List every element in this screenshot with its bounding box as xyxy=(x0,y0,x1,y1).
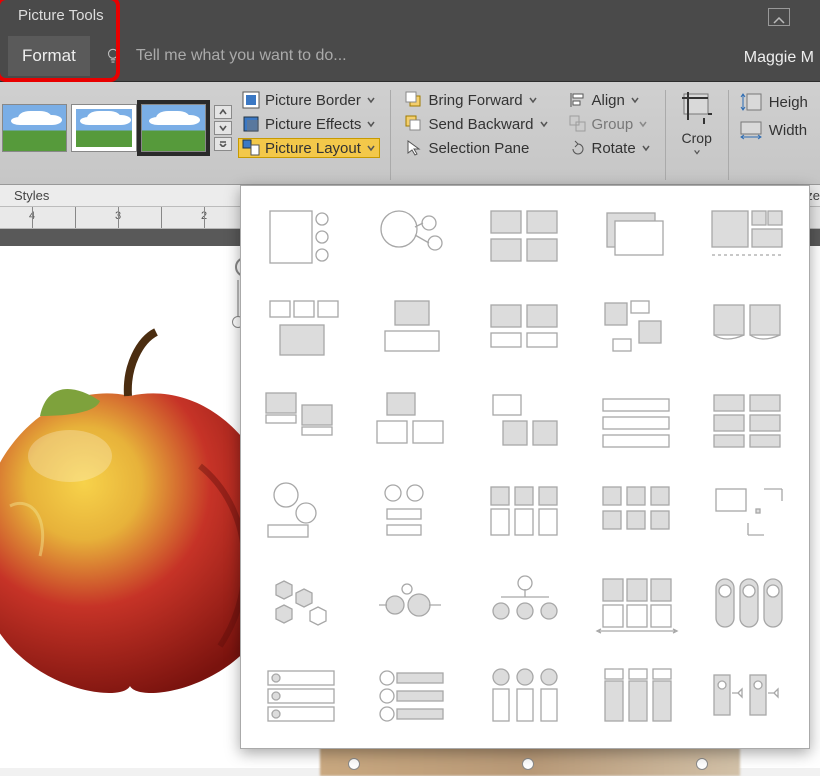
crop-label: Crop xyxy=(682,130,712,146)
picture-border-label: Picture Border xyxy=(265,92,361,109)
layout-option[interactable] xyxy=(472,654,578,740)
styles-group-label: Styles xyxy=(14,188,49,203)
picture-layout-button[interactable]: Picture Layout xyxy=(238,138,380,158)
picture-style-thumb[interactable] xyxy=(71,104,136,152)
bring-forward-icon xyxy=(405,91,423,109)
rotate-button[interactable]: Rotate xyxy=(565,138,655,158)
picture-styles-group xyxy=(0,86,232,184)
layout-option[interactable] xyxy=(584,470,690,556)
picture-layout-icon xyxy=(242,139,260,157)
picture-style-thumb-selected[interactable] xyxy=(141,104,206,152)
rotate-label: Rotate xyxy=(592,140,636,157)
context-tab-label: Picture Tools xyxy=(8,3,114,28)
styles-scroll-down[interactable] xyxy=(214,121,232,135)
selection-pane-label: Selection Pane xyxy=(428,140,529,157)
user-name: Maggie M xyxy=(744,49,814,67)
send-backward-button[interactable]: Send Backward xyxy=(401,114,552,134)
bring-forward-label: Bring Forward xyxy=(428,92,522,109)
picture-border-button[interactable]: Picture Border xyxy=(238,90,380,110)
layout-option[interactable] xyxy=(249,470,355,556)
send-backward-label: Send Backward xyxy=(428,116,533,133)
crop-button[interactable]: Crop xyxy=(670,86,724,184)
layout-option[interactable] xyxy=(584,286,690,372)
layout-option[interactable] xyxy=(361,470,467,556)
layout-option[interactable] xyxy=(695,378,801,464)
layout-option[interactable] xyxy=(361,286,467,372)
layout-option[interactable] xyxy=(584,378,690,464)
layout-option[interactable] xyxy=(472,286,578,372)
styles-more[interactable] xyxy=(214,137,232,151)
layout-option[interactable] xyxy=(584,194,690,280)
picture-layout-label: Picture Layout xyxy=(265,140,361,157)
selection-pane-icon xyxy=(405,139,423,157)
align-icon xyxy=(569,91,587,109)
layout-option[interactable] xyxy=(695,562,801,648)
selection-pane-button[interactable]: Selection Pane xyxy=(401,138,552,158)
picture-border-icon xyxy=(242,91,260,109)
styles-scroll-up[interactable] xyxy=(214,105,232,119)
rotate-icon xyxy=(569,139,587,157)
layout-option[interactable] xyxy=(695,654,801,740)
align-label: Align xyxy=(592,92,625,109)
width-field[interactable]: Width xyxy=(739,120,808,140)
layout-option[interactable] xyxy=(249,378,355,464)
height-icon xyxy=(739,92,763,112)
layout-option[interactable] xyxy=(472,378,578,464)
crop-icon xyxy=(678,90,716,128)
picture-layout-gallery xyxy=(240,185,810,749)
send-backward-icon xyxy=(405,115,423,133)
layout-option[interactable] xyxy=(361,562,467,648)
lightbulb-icon xyxy=(104,47,122,65)
layout-option[interactable] xyxy=(249,562,355,648)
align-button[interactable]: Align xyxy=(565,90,655,110)
layout-option[interactable] xyxy=(695,470,801,556)
width-label: Width xyxy=(769,122,807,139)
layout-option[interactable] xyxy=(584,654,690,740)
layout-option[interactable] xyxy=(472,194,578,280)
ribbon-collapse-icon[interactable] xyxy=(768,8,790,26)
group-label: Group xyxy=(592,116,634,133)
bring-forward-button[interactable]: Bring Forward xyxy=(401,90,552,110)
layout-option[interactable] xyxy=(695,194,801,280)
picture-effects-button[interactable]: Picture Effects xyxy=(238,114,380,134)
picture-effects-label: Picture Effects xyxy=(265,116,361,133)
layout-option[interactable] xyxy=(361,378,467,464)
layout-option[interactable] xyxy=(249,286,355,372)
picture-style-thumb[interactable] xyxy=(2,104,67,152)
group-button[interactable]: Group xyxy=(565,114,655,134)
layout-option[interactable] xyxy=(361,194,467,280)
tell-me-input[interactable]: Tell me what you want to do... xyxy=(136,47,347,65)
layout-option[interactable] xyxy=(695,286,801,372)
layout-option[interactable] xyxy=(472,562,578,648)
layout-option[interactable] xyxy=(472,470,578,556)
layout-option[interactable] xyxy=(361,654,467,740)
selection-connector xyxy=(237,280,239,320)
format-tab[interactable]: Format xyxy=(8,36,90,76)
selection-handle[interactable] xyxy=(696,758,708,770)
group-icon xyxy=(569,115,587,133)
layout-option[interactable] xyxy=(249,654,355,740)
height-field[interactable]: Heigh xyxy=(739,92,808,112)
selection-handle[interactable] xyxy=(522,758,534,770)
picture-effects-icon xyxy=(242,115,260,133)
layout-option[interactable] xyxy=(584,562,690,648)
height-label: Heigh xyxy=(769,94,808,111)
width-icon xyxy=(739,120,763,140)
layout-option[interactable] xyxy=(249,194,355,280)
selection-handle[interactable] xyxy=(348,758,360,770)
